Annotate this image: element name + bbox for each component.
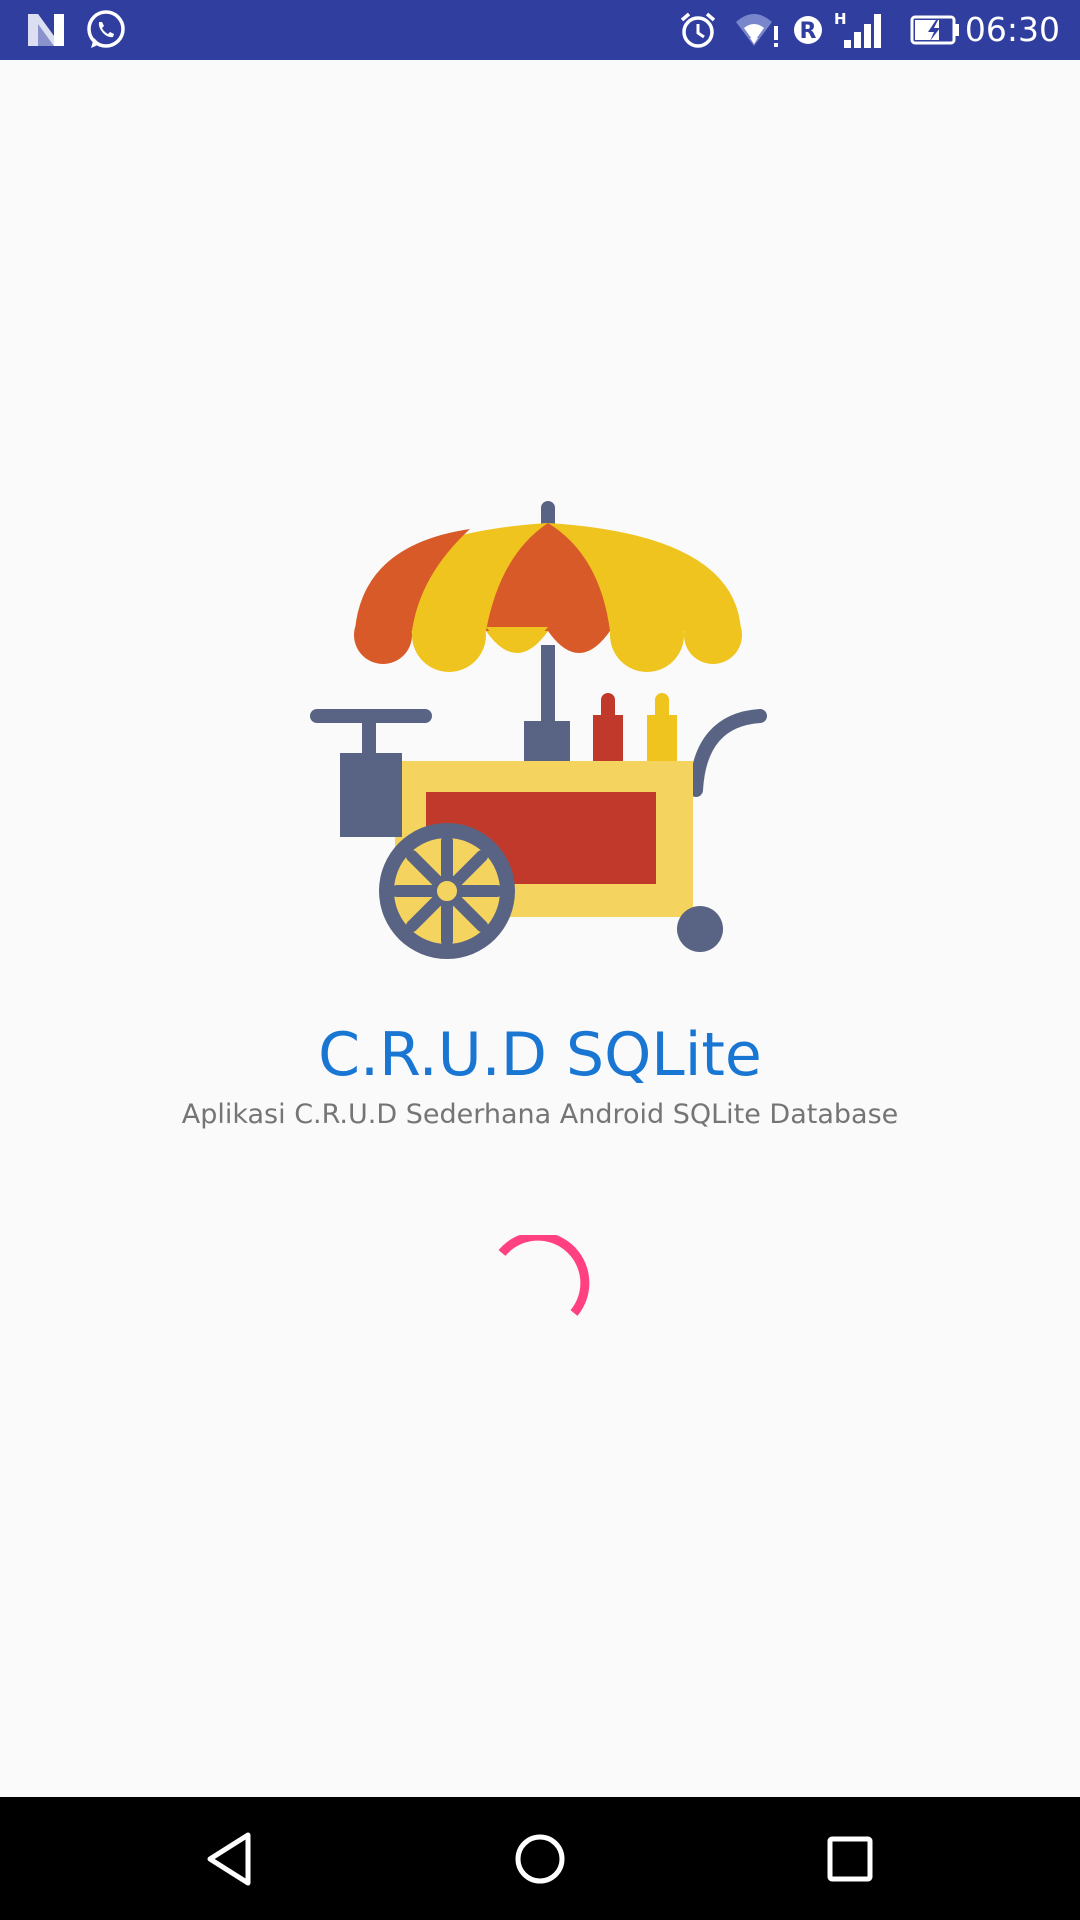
whatsapp-icon [87,10,125,48]
home-icon[interactable] [508,1827,572,1891]
clock: 06:30 [964,10,1060,49]
loading-spinner-icon [498,1235,590,1316]
n-notification-icon [28,14,64,46]
battery-charging-icon [910,15,959,45]
app-subtitle: Aplikasi C.R.U.D Sederhana Android SQLit… [181,1099,899,1130]
splash-screen: R H 06:30 C.R.U.D SQLite Aplikasi C.R.U.… [0,0,1080,1920]
roaming-r-icon: R [794,16,822,44]
recents-icon[interactable] [818,1827,882,1891]
roaming-letter: R [800,19,817,44]
app-title: C.R.U.D SQLite [318,1020,762,1090]
back-icon[interactable] [198,1827,262,1891]
signal-icon: H [834,10,881,48]
network-type: H [834,10,847,28]
alarm-icon [680,12,716,48]
status-bar: R H 06:30 [0,0,1080,60]
navigation-bar [0,1797,1080,1920]
wifi-icon [736,14,778,47]
food-cart-icon [310,501,767,959]
